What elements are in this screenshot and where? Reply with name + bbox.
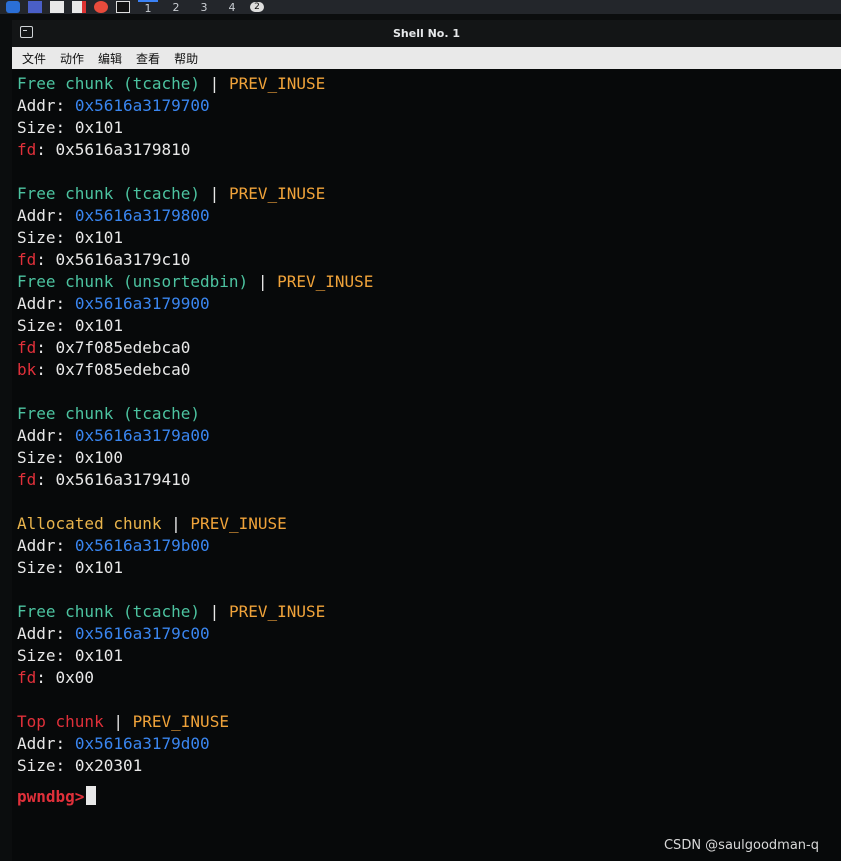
chunk-fd: fd: 0x5616a3179410 xyxy=(17,470,191,489)
kali-menu-icon[interactable] xyxy=(6,1,20,13)
taskbar: 1 2 3 4 2 xyxy=(0,0,841,15)
chunk-size: Size: 0x101 xyxy=(17,228,123,247)
window-titlebar: Shell No. 1 xyxy=(12,20,841,47)
notification-badge[interactable]: 2 xyxy=(250,2,264,12)
text-cursor xyxy=(86,786,97,805)
terminal-icon xyxy=(20,26,33,38)
chunk-addr: Addr: 0x5616a3179900 xyxy=(17,294,210,313)
chunk-size: Size: 0x101 xyxy=(17,646,123,665)
chunk-fd: fd: 0x7f085edebca0 xyxy=(17,338,191,357)
window-title: Shell No. 1 xyxy=(392,27,460,40)
chunk-size: Size: 0x101 xyxy=(17,558,123,577)
menu-action[interactable]: 动作 xyxy=(60,50,84,67)
terminal-launcher-icon[interactable] xyxy=(50,1,64,13)
watermark: CSDN @saulgoodman-q xyxy=(663,838,819,853)
command-prompt[interactable]: pwndbg> xyxy=(17,785,841,809)
chunk-header: Free chunk (tcache) xyxy=(17,404,201,423)
menu-view[interactable]: 查看 xyxy=(136,50,160,67)
chunk-header: Free chunk (tcache) | PREV_INUSE xyxy=(17,74,326,93)
menu-file[interactable]: 文件 xyxy=(22,50,46,67)
chunk-fd: fd: 0x00 xyxy=(17,668,95,687)
chunk-header: Allocated chunk | PREV_INUSE xyxy=(17,514,287,533)
menu-edit[interactable]: 编辑 xyxy=(98,50,122,67)
menu-help[interactable]: 帮助 xyxy=(174,50,198,67)
window-icon[interactable] xyxy=(116,1,130,13)
workspace-4[interactable]: 4 xyxy=(222,1,242,14)
chunk-addr: Addr: 0x5616a3179700 xyxy=(17,96,210,115)
chunk-size: Size: 0x101 xyxy=(17,316,123,335)
files-icon[interactable] xyxy=(28,1,42,13)
editor-icon[interactable] xyxy=(72,1,86,13)
chunk-size: Size: 0x100 xyxy=(17,448,123,467)
workspace-1[interactable]: 1 xyxy=(138,0,158,15)
chunk-header: Top chunk | PREV_INUSE xyxy=(17,712,229,731)
chunk-bk: bk: 0x7f085edebca0 xyxy=(17,360,191,379)
chunk-addr: Addr: 0x5616a3179a00 xyxy=(17,426,210,445)
workspace-3[interactable]: 3 xyxy=(194,1,214,14)
chunk-header: Free chunk (tcache) | PREV_INUSE xyxy=(17,602,326,621)
chunk-size: Size: 0x101 xyxy=(17,118,123,137)
chunk-fd: fd: 0x5616a3179810 xyxy=(17,140,191,159)
chunk-header: Free chunk (unsortedbin) | PREV_INUSE xyxy=(17,272,374,291)
chunk-size: Size: 0x20301 xyxy=(17,756,143,775)
menu-bar: 文件 动作 编辑 查看 帮助 xyxy=(12,47,841,69)
chunk-addr: Addr: 0x5616a3179d00 xyxy=(17,734,210,753)
chunk-header: Free chunk (tcache) | PREV_INUSE xyxy=(17,184,326,203)
chunk-addr: Addr: 0x5616a3179c00 xyxy=(17,624,210,643)
terminal-output[interactable]: Free chunk (tcache) | PREV_INUSE Addr: 0… xyxy=(12,69,841,861)
workspace-2[interactable]: 2 xyxy=(166,1,186,14)
chunk-addr: Addr: 0x5616a3179b00 xyxy=(17,536,210,555)
chunk-fd: fd: 0x5616a3179c10 xyxy=(17,250,191,269)
chunk-addr: Addr: 0x5616a3179800 xyxy=(17,206,210,225)
browser-icon[interactable] xyxy=(94,1,108,13)
prompt-label: pwndbg> xyxy=(17,787,85,806)
